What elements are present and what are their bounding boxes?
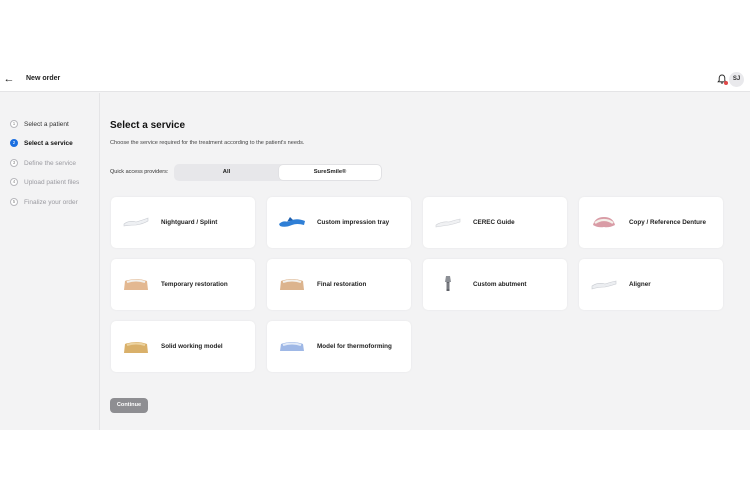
provider-suresmile-tab[interactable]: SureSmile®	[279, 165, 381, 180]
service-label: Temporary restoration	[161, 281, 228, 288]
service-card-thermoforming-model[interactable]: Model for thermoforming	[267, 321, 411, 372]
step-label: Select a patient	[24, 120, 69, 128]
avatar[interactable]: SJ	[729, 72, 744, 87]
abutment-icon	[445, 276, 451, 291]
service-label: Aligner	[629, 281, 651, 288]
step-number: 2	[10, 139, 18, 147]
top-bar: ← New order SJ	[0, 68, 750, 92]
step-label: Upload patient files	[24, 178, 80, 186]
aligner-icon	[591, 280, 617, 290]
service-label: Final restoration	[317, 281, 367, 288]
continue-button[interactable]: Continue	[110, 398, 148, 413]
temporary-restoration-icon	[124, 279, 148, 290]
section-title: Select a service	[110, 120, 186, 131]
step-number: 3	[10, 159, 18, 167]
service-label: Solid working model	[161, 343, 223, 350]
step-number: 1	[10, 120, 18, 128]
service-label: Custom impression tray	[317, 219, 390, 226]
service-card-temporary-restoration[interactable]: Temporary restoration	[111, 259, 255, 310]
step-number: 5	[10, 198, 18, 206]
service-label: CEREC Guide	[473, 219, 515, 226]
step-label: Define the service	[24, 159, 77, 167]
page-title: New order	[26, 75, 61, 82]
step-number: 4	[10, 178, 18, 186]
step-upload-files[interactable]: 4 Upload patient files	[10, 177, 79, 187]
step-finalize-order[interactable]: 5 Finalize your order	[10, 197, 78, 207]
service-card-aligner[interactable]: Aligner	[579, 259, 723, 310]
service-label: Nightguard / Splint	[161, 219, 218, 226]
step-label: Select a service	[24, 139, 73, 147]
service-card-working-model[interactable]: Solid working model	[111, 321, 255, 372]
provider-segmented-control: All SureSmile®	[174, 164, 382, 181]
step-define-service[interactable]: 3 Define the service	[10, 158, 76, 168]
service-label: Copy / Reference Denture	[629, 219, 706, 226]
service-card-final-restoration[interactable]: Final restoration	[267, 259, 411, 310]
clear-splint-icon	[123, 217, 149, 227]
service-card-nightguard[interactable]: Nightguard / Splint	[111, 197, 255, 248]
back-arrow-icon[interactable]: ←	[3, 73, 15, 85]
step-select-service[interactable]: 2 Select a service	[10, 138, 73, 148]
service-card-cerec-guide[interactable]: CEREC Guide	[423, 197, 567, 248]
section-subtitle: Choose the service required for the trea…	[110, 140, 305, 146]
notification-dot	[724, 81, 728, 85]
impression-tray-icon	[279, 217, 305, 227]
service-label: Model for thermoforming	[317, 343, 392, 350]
service-card-denture[interactable]: Copy / Reference Denture	[579, 197, 723, 248]
service-label: Custom abutment	[473, 281, 527, 288]
service-card-impression-tray[interactable]: Custom impression tray	[267, 197, 411, 248]
final-restoration-icon	[280, 279, 304, 290]
thermoforming-model-icon	[280, 342, 304, 351]
working-model-icon	[124, 342, 148, 353]
quick-access-label: Quick access providers:	[110, 169, 169, 175]
service-card-custom-abutment[interactable]: Custom abutment	[423, 259, 567, 310]
step-select-patient[interactable]: 1 Select a patient	[10, 119, 69, 129]
denture-icon	[593, 217, 615, 228]
provider-all-tab[interactable]: All	[175, 165, 278, 180]
cerec-guide-icon	[435, 218, 461, 228]
steps-sidebar: 1 Select a patient 2 Select a service 3 …	[0, 93, 100, 430]
main-content: Select a service Choose the service requ…	[101, 93, 750, 430]
step-label: Finalize your order	[24, 198, 78, 206]
